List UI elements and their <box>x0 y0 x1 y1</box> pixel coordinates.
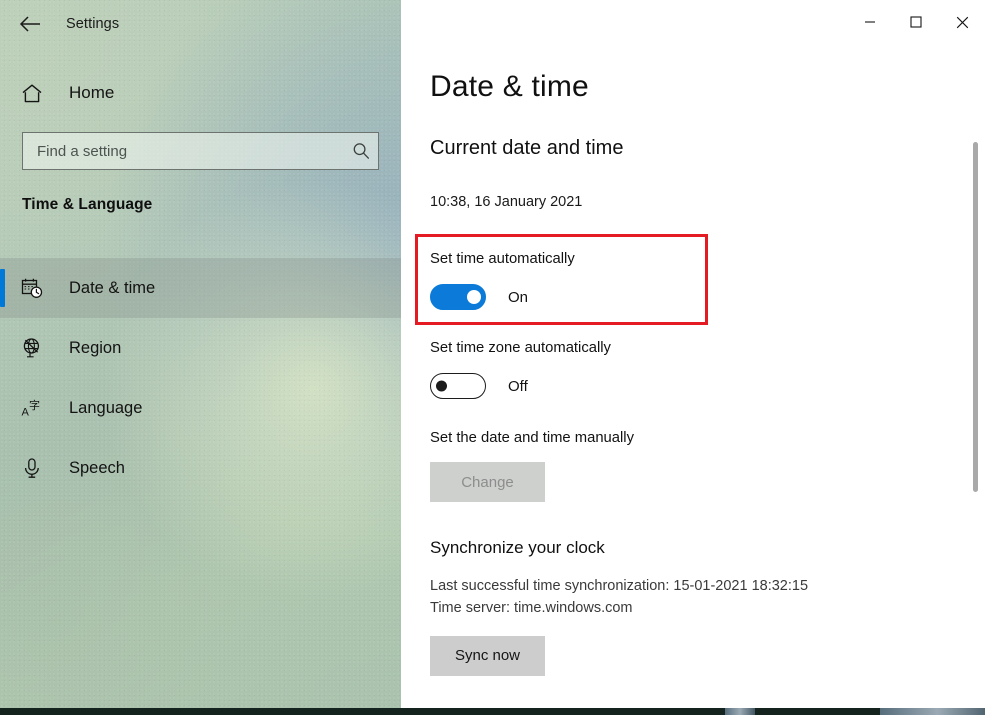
synchronize-heading: Synchronize your clock <box>430 538 808 558</box>
sidebar-item-speech-label: Speech <box>69 459 125 478</box>
maximize-icon <box>910 16 922 28</box>
time-server-text: Time server: time.windows.com <box>430 597 808 619</box>
sidebar-section-header: Time & Language <box>22 196 152 214</box>
change-button[interactable]: Change <box>430 462 545 502</box>
main-content: Date & time Current date and time 10:38,… <box>401 0 985 708</box>
sidebar-item-speech[interactable]: Speech <box>0 438 401 498</box>
set-time-automatically-block: Set time automatically On <box>430 251 575 310</box>
sidebar-item-home[interactable]: Home <box>0 72 401 114</box>
set-timezone-automatically-state: Off <box>508 378 528 395</box>
current-date-and-time-value: 10:38, 16 January 2021 <box>430 194 582 210</box>
search-input[interactable]: Find a setting <box>22 132 379 170</box>
synchronize-block: Synchronize your clock Last successful t… <box>430 538 808 676</box>
sidebar: Settings Home Find a setting <box>0 0 401 708</box>
sidebar-item-language[interactable]: A 字 Language <box>0 378 401 438</box>
sidebar-item-date-and-time[interactable]: Date & time <box>0 258 401 318</box>
titlebar-left: Settings <box>0 0 401 48</box>
sidebar-content: Settings Home Find a setting <box>0 0 401 708</box>
set-timezone-automatically-toggle[interactable] <box>430 373 486 399</box>
set-time-automatically-toggle[interactable] <box>430 284 486 310</box>
set-manually-label: Set the date and time manually <box>430 430 634 446</box>
search-placeholder: Find a setting <box>37 143 344 160</box>
minimize-button[interactable] <box>847 0 893 44</box>
language-icon: A 字 <box>20 396 44 420</box>
taskbar-sliver <box>0 708 985 715</box>
set-timezone-automatically-row: Off <box>430 373 611 399</box>
set-time-automatically-row: On <box>430 284 575 310</box>
search-icon[interactable] <box>344 133 378 169</box>
set-time-automatically-state: On <box>508 289 528 306</box>
maximize-button[interactable] <box>893 0 939 44</box>
calendar-clock-icon <box>20 276 44 300</box>
set-timezone-automatically-block: Set time zone automatically Off <box>430 340 611 399</box>
set-time-automatically-label: Set time automatically <box>430 251 575 267</box>
minimize-icon <box>864 16 876 28</box>
window-controls <box>847 0 985 44</box>
toggle-knob <box>467 290 481 304</box>
sidebar-nav-list: Date & time Region <box>0 258 401 498</box>
sidebar-item-language-label: Language <box>69 399 142 418</box>
app-title: Settings <box>66 16 119 32</box>
home-icon <box>20 81 44 105</box>
scrollbar-thumb[interactable] <box>973 142 978 492</box>
scrollbar[interactable] <box>969 48 981 708</box>
back-arrow-icon <box>19 15 41 33</box>
taskbar-glow <box>880 708 985 715</box>
selection-indicator <box>0 269 5 307</box>
sync-now-button[interactable]: Sync now <box>430 636 545 676</box>
sidebar-item-region[interactable]: Region <box>0 318 401 378</box>
sidebar-item-date-and-time-label: Date & time <box>69 279 155 298</box>
set-timezone-automatically-label: Set time zone automatically <box>430 340 611 356</box>
svg-text:字: 字 <box>29 398 40 412</box>
current-date-and-time-heading: Current date and time <box>430 137 623 160</box>
globe-icon <box>20 336 44 360</box>
settings-window: Settings Home Find a setting <box>0 0 985 715</box>
toggle-knob <box>436 381 447 392</box>
taskbar-glow <box>725 708 755 715</box>
page-title: Date & time <box>430 70 589 104</box>
sidebar-item-home-label: Home <box>69 83 114 103</box>
sidebar-item-region-label: Region <box>69 339 121 358</box>
back-button[interactable] <box>8 7 52 41</box>
close-icon <box>956 16 969 29</box>
last-sync-text: Last successful time synchronization: 15… <box>430 575 808 597</box>
microphone-icon <box>20 456 44 480</box>
set-manually-block: Set the date and time manually Change <box>430 430 634 502</box>
close-button[interactable] <box>939 0 985 44</box>
